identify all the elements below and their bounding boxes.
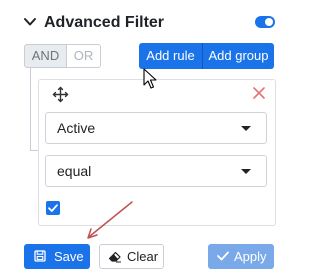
clear-button[interactable]: Clear bbox=[99, 244, 164, 269]
caret-down-icon bbox=[241, 126, 251, 131]
save-button[interactable]: Save bbox=[24, 244, 90, 269]
clear-label: Clear bbox=[127, 249, 159, 264]
apply-button[interactable]: Apply bbox=[208, 244, 274, 269]
panel-title: Advanced Filter bbox=[44, 14, 165, 31]
close-icon[interactable] bbox=[252, 86, 266, 100]
filter-toggle[interactable] bbox=[255, 16, 275, 28]
field-select-value: Active bbox=[57, 120, 96, 136]
field-select[interactable]: Active bbox=[45, 112, 267, 144]
logic-and-button[interactable]: AND bbox=[24, 44, 67, 68]
check-icon bbox=[217, 251, 229, 261]
save-label: Save bbox=[54, 249, 84, 264]
add-group-button[interactable]: Add group bbox=[202, 43, 274, 69]
chevron-down-icon[interactable] bbox=[23, 15, 37, 29]
value-checkbox[interactable] bbox=[46, 201, 60, 215]
rule-card bbox=[38, 79, 276, 226]
caret-down-icon bbox=[241, 169, 251, 174]
eraser-icon bbox=[108, 251, 121, 263]
add-rule-button[interactable]: Add rule bbox=[139, 43, 202, 69]
operator-select-value: equal bbox=[57, 163, 92, 179]
move-icon[interactable] bbox=[52, 86, 69, 103]
operator-select[interactable]: equal bbox=[45, 155, 267, 187]
annotation-arrow-icon bbox=[87, 201, 133, 239]
mouse-cursor-icon bbox=[143, 68, 157, 89]
save-icon bbox=[34, 250, 46, 262]
check-icon bbox=[48, 204, 58, 212]
logic-or-button[interactable]: OR bbox=[66, 44, 101, 68]
apply-label: Apply bbox=[234, 249, 267, 264]
